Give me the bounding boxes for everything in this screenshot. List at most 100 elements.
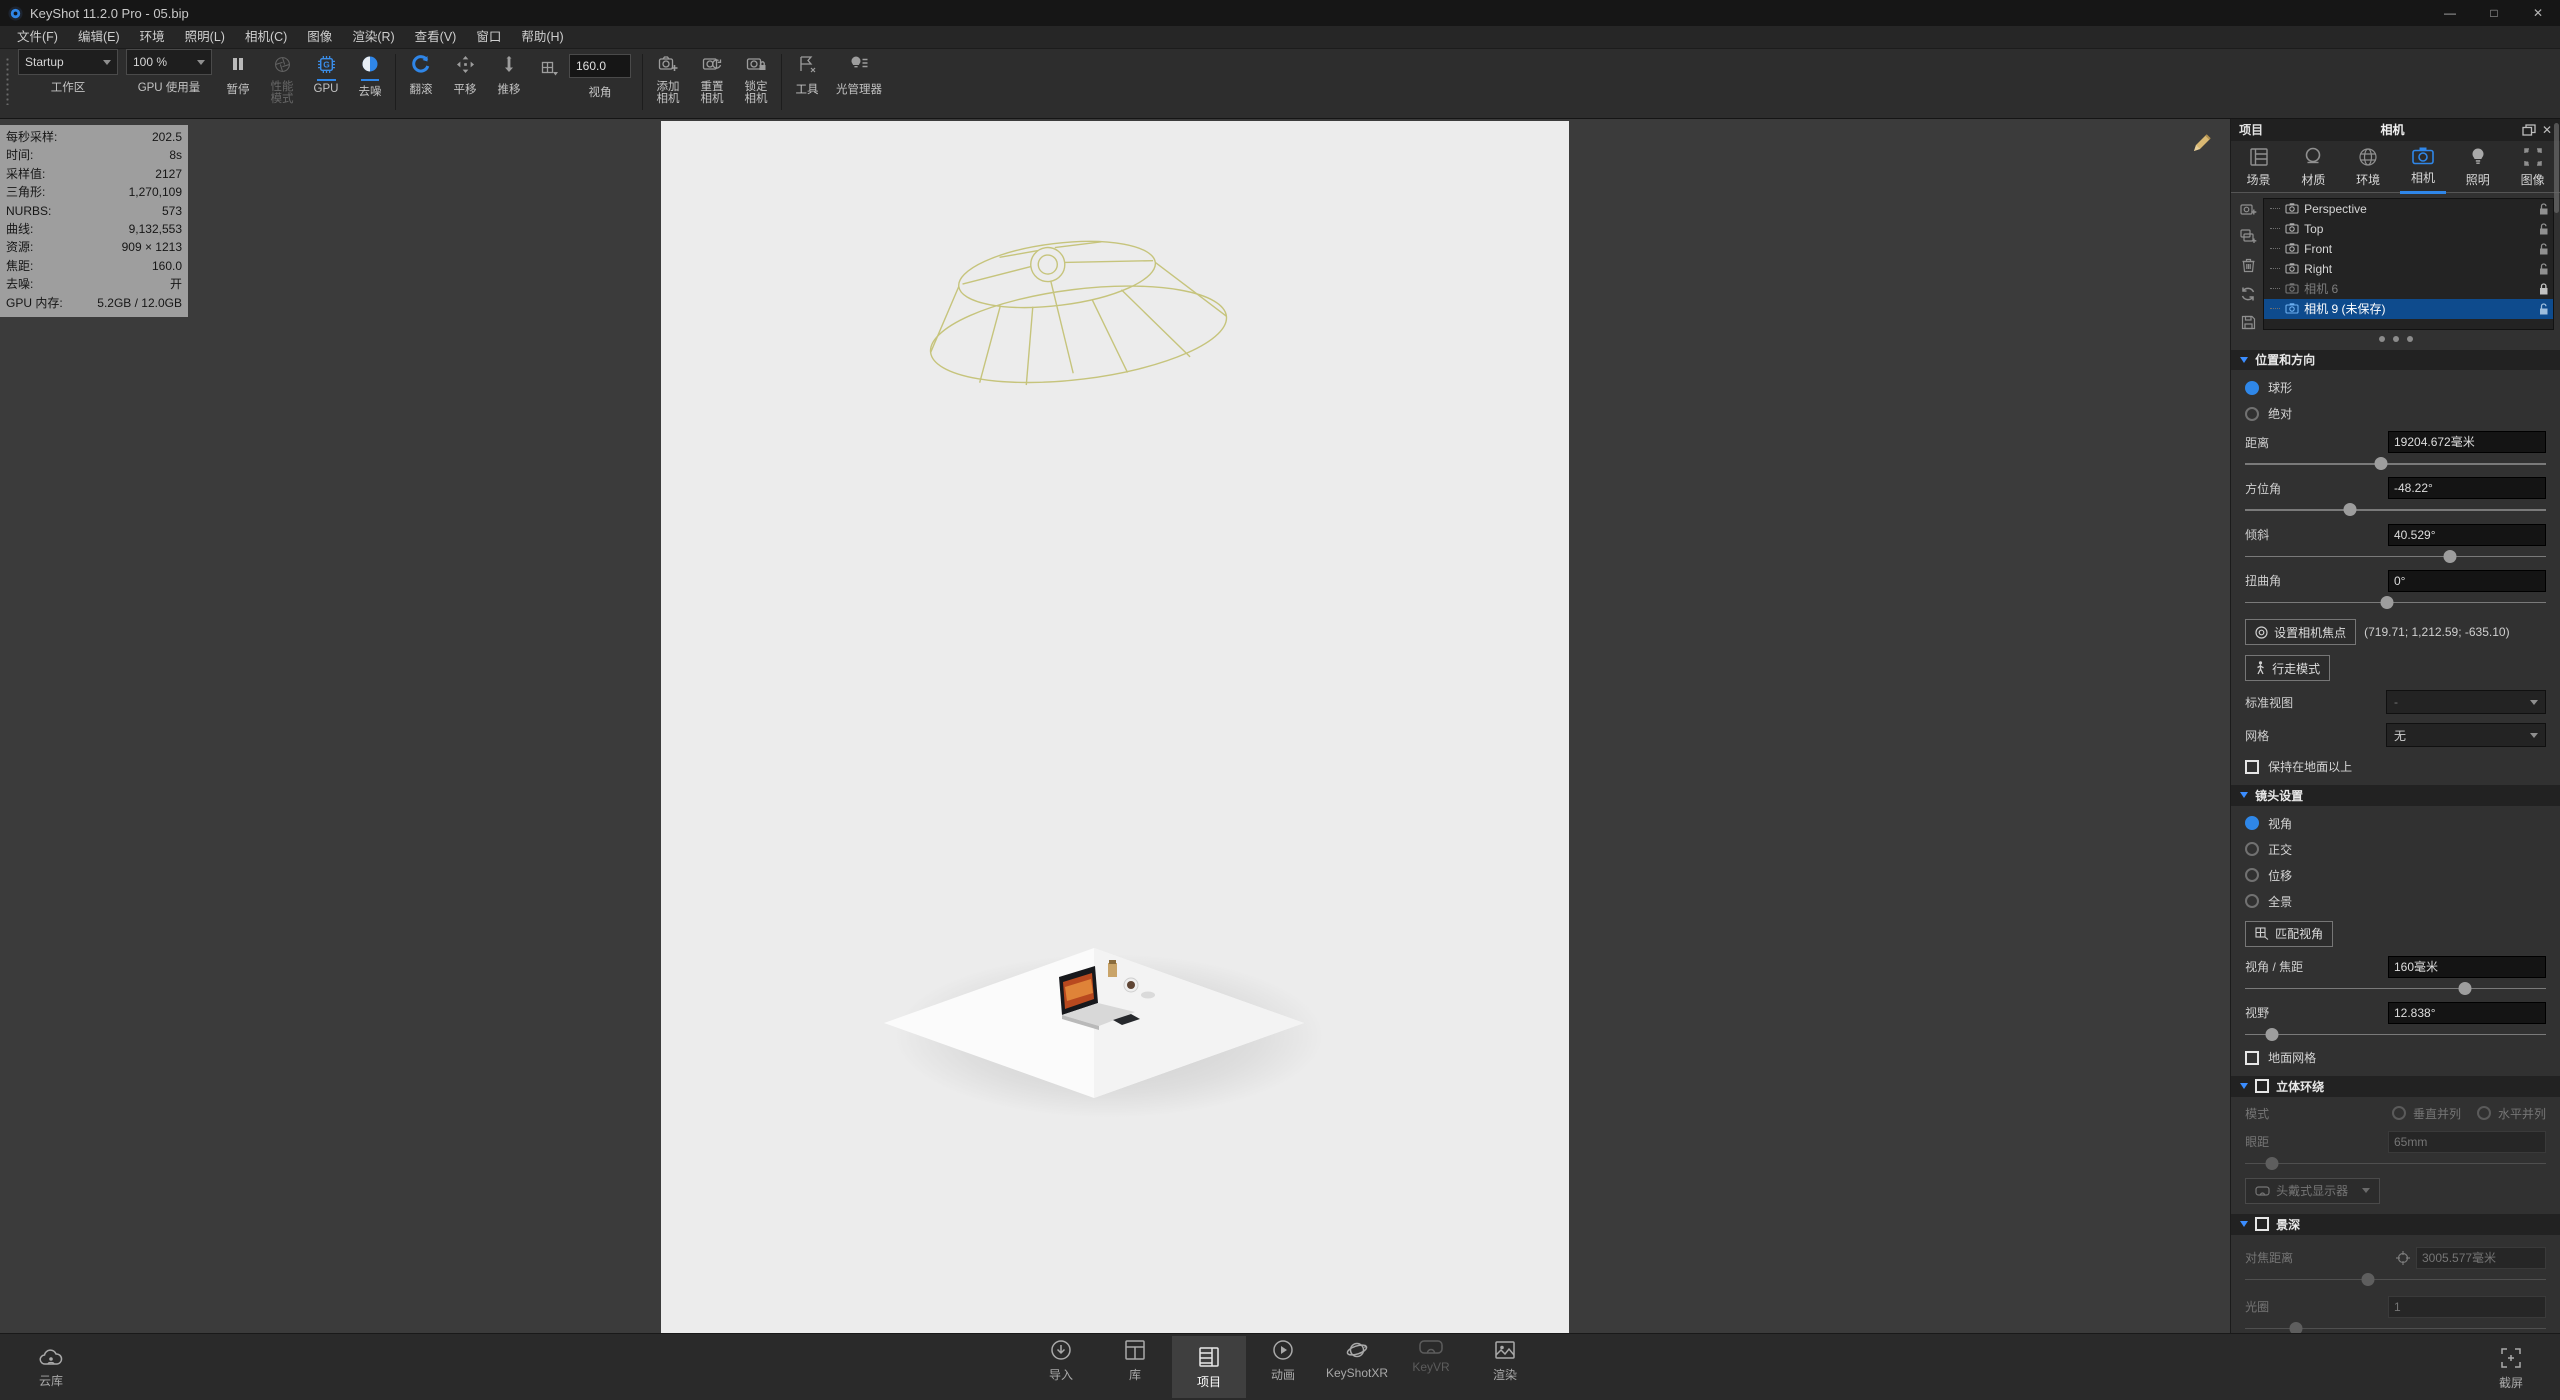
tab-image[interactable]: 图像 (2505, 146, 2560, 192)
screenshot-button[interactable]: 截屏 (2474, 1344, 2548, 1391)
crosshair-icon[interactable] (2396, 1251, 2410, 1265)
realtime-viewport[interactable]: 每秒采样:202.5 时间:8s 采样值:2127 三角形:1,270,109 … (0, 119, 2230, 1333)
render-canvas[interactable] (661, 121, 1569, 1333)
unlock-icon[interactable] (2538, 303, 2549, 315)
keep-above-ground-checkbox[interactable]: 保持在地面以上 (2231, 758, 2560, 775)
refresh-icon[interactable] (2240, 286, 2256, 302)
menu-file[interactable]: 文件(F) (8, 26, 67, 48)
cloud-library-button[interactable]: 云库 (14, 1346, 88, 1389)
focus-distance-input[interactable]: 3005.577毫米 (2416, 1247, 2546, 1269)
tumble-tool-button[interactable]: 翻滚 (399, 49, 443, 97)
distance-input[interactable]: 19204.672毫米 (2388, 431, 2546, 453)
tab-camera[interactable]: 相机 (2396, 146, 2451, 192)
menu-edit[interactable]: 编辑(E) (69, 26, 129, 48)
ground-grid-checkbox[interactable]: 地面网格 (2231, 1049, 2560, 1066)
unlock-icon[interactable] (2538, 223, 2549, 235)
close-panel-icon[interactable]: ✕ (2542, 123, 2552, 137)
keyvr-button[interactable]: KeyVR (1394, 1336, 1468, 1398)
lock-camera-button[interactable]: 锁定 相机 (734, 49, 778, 105)
menu-lighting[interactable]: 照明(L) (176, 26, 234, 48)
radio-panoramic[interactable]: 全景 (2231, 893, 2560, 910)
hotkeys-pencil-icon[interactable] (2190, 131, 2214, 155)
fov-preset-button[interactable] (535, 54, 565, 84)
distance-slider[interactable] (2245, 457, 2546, 468)
eye-distance-slider[interactable] (2245, 1157, 2546, 1168)
delete-trash-icon[interactable] (2241, 257, 2256, 273)
menu-window[interactable]: 窗口 (467, 26, 510, 48)
tools-button[interactable]: 工具 (785, 49, 829, 97)
gpu-usage-select[interactable]: 100 % GPU 使用量 (126, 49, 212, 95)
focal-length-slider[interactable] (2245, 982, 2546, 993)
unlock-icon[interactable] (2538, 263, 2549, 275)
gpu-toggle-button[interactable]: G GPU (304, 49, 348, 95)
pause-button[interactable]: 暂停 (216, 49, 260, 97)
radio-shift[interactable]: 位移 (2231, 867, 2560, 884)
unlock-icon[interactable] (2538, 203, 2549, 215)
standard-view-select[interactable]: - (2386, 690, 2546, 714)
tab-material[interactable]: 材质 (2286, 146, 2341, 192)
duplicate-camera-icon[interactable] (2240, 229, 2257, 244)
add-camera-button[interactable]: 添加 相机 (646, 49, 690, 105)
radio-vertical-sbs[interactable]: 垂直并列 (2392, 1105, 2461, 1122)
tab-lighting[interactable]: 照明 (2450, 146, 2505, 192)
eye-distance-input[interactable]: 65mm (2388, 1131, 2546, 1153)
workspace-select[interactable]: Startup 工作区 (18, 49, 118, 95)
aperture-input[interactable]: 1 (2388, 1296, 2546, 1318)
radio-perspective-lens[interactable]: 视角 (2231, 815, 2560, 832)
focal-length-input[interactable]: 160毫米 (2388, 956, 2546, 978)
incline-input[interactable]: 40.529° (2388, 524, 2546, 546)
render-button[interactable]: 渲染 (1468, 1336, 1542, 1398)
focus-distance-slider[interactable] (2245, 1273, 2546, 1284)
field-of-view-input[interactable]: 12.838° (2388, 1002, 2546, 1024)
camera-row-front[interactable]: Front (2264, 239, 2553, 259)
menu-image[interactable]: 图像 (298, 26, 341, 48)
splitter-handle[interactable] (2231, 330, 2560, 346)
pan-tool-button[interactable]: 平移 (443, 49, 487, 97)
dof-checkbox[interactable] (2255, 1217, 2269, 1231)
menu-environment[interactable]: 环境 (131, 26, 174, 48)
twist-input[interactable]: 0° (2388, 570, 2546, 592)
reset-camera-button[interactable]: 重置 相机 (690, 49, 734, 105)
hmd-select[interactable]: 头戴式显示器 (2245, 1178, 2380, 1204)
radio-absolute[interactable]: 绝对 (2231, 405, 2560, 422)
maximize-button[interactable]: □ (2472, 0, 2516, 26)
camera-row-right[interactable]: Right (2264, 259, 2553, 279)
fov-input[interactable]: 160.0 (569, 54, 631, 78)
save-icon[interactable] (2241, 315, 2256, 330)
menu-camera[interactable]: 相机(C) (236, 26, 296, 48)
menu-help[interactable]: 帮助(H) (512, 26, 572, 48)
import-button[interactable]: 导入 (1024, 1336, 1098, 1398)
camera-row-camera-6[interactable]: 相机 6 (2264, 279, 2553, 299)
keyshotxr-button[interactable]: KeyShotXR (1320, 1336, 1394, 1398)
close-button[interactable]: ✕ (2516, 0, 2560, 26)
match-perspective-button[interactable]: 匹配视角 (2245, 921, 2333, 947)
azimuth-input[interactable]: -48.22° (2388, 477, 2546, 499)
add-camera-icon[interactable] (2240, 202, 2257, 216)
section-position[interactable]: 位置和方向 (2231, 350, 2560, 371)
camera-row-top[interactable]: Top (2264, 219, 2553, 239)
twist-slider[interactable] (2245, 596, 2546, 607)
radio-spherical[interactable]: 球形 (2231, 379, 2560, 396)
grid-select[interactable]: 无 (2386, 723, 2546, 747)
dolly-tool-button[interactable]: 推移 (487, 49, 531, 97)
minimize-button[interactable]: — (2428, 0, 2472, 26)
walk-mode-button[interactable]: 行走模式 (2245, 655, 2330, 681)
detach-panel-icon[interactable] (2522, 124, 2536, 136)
menu-view[interactable]: 查看(V) (406, 26, 466, 48)
lock-icon[interactable] (2538, 283, 2549, 295)
library-button[interactable]: 库 (1098, 1336, 1172, 1398)
toolbar-grip[interactable] (5, 57, 10, 105)
camera-row-perspective[interactable]: Perspective (2264, 199, 2553, 219)
light-manager-button[interactable]: 光管理器 (829, 49, 889, 97)
section-dof[interactable]: 景深 (2231, 1214, 2560, 1235)
tab-environment[interactable]: 环境 (2341, 146, 2396, 192)
animation-button[interactable]: 动画 (1246, 1336, 1320, 1398)
camera-row-camera-9[interactable]: 相机 9 (未保存) (2264, 299, 2553, 319)
radio-horizontal-sbs[interactable]: 水平并列 (2477, 1105, 2546, 1122)
stereo-checkbox[interactable] (2255, 1079, 2269, 1093)
aperture-slider[interactable] (2245, 1322, 2546, 1333)
denoise-toggle-button[interactable]: 去噪 (348, 49, 392, 99)
project-button[interactable]: 项目 (1172, 1336, 1246, 1398)
field-of-view-slider[interactable] (2245, 1028, 2546, 1039)
tab-scene[interactable]: 场景 (2231, 146, 2286, 192)
